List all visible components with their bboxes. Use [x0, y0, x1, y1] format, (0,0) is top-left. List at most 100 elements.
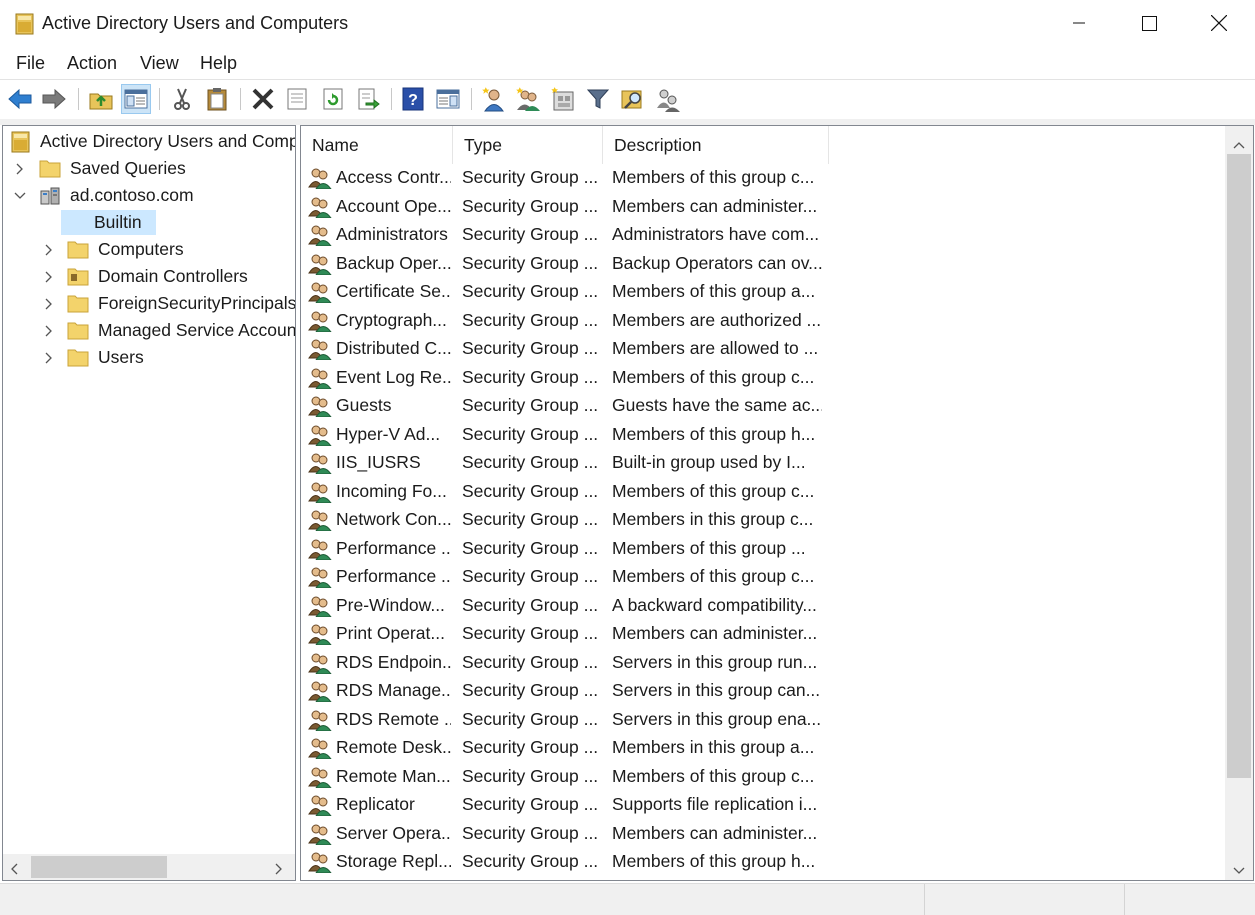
back-icon: [8, 88, 32, 110]
folder-icon: [67, 349, 89, 367]
table-row[interactable]: Distributed C... Security Group ... Member…: [301, 335, 1226, 364]
tree-item-foreign-security-principals[interactable]: ForeignSecurityPrincipals: [3, 291, 295, 316]
export-list-button[interactable]: [353, 84, 383, 114]
console-tree: Active Directory Users and Computers Sav…: [2, 125, 296, 881]
tree-root[interactable]: Active Directory Users and Computers: [3, 129, 295, 154]
table-row[interactable]: Network Con... Security Group ... Members …: [301, 506, 1226, 535]
table-row[interactable]: Guests Security Group ... Guests have the …: [301, 392, 1226, 421]
new-group-button[interactable]: [513, 84, 543, 114]
table-row[interactable]: Incoming Fo... Security Group ... Members …: [301, 478, 1226, 507]
add-to-group-button[interactable]: [653, 84, 683, 114]
list-vertical-scrollbar[interactable]: [1225, 126, 1253, 880]
tree-item-managed-service-accounts[interactable]: Managed Service Accounts: [3, 318, 295, 343]
new-user-button[interactable]: [478, 84, 508, 114]
table-row[interactable]: Access Contr... Security Group ... Members…: [301, 164, 1226, 193]
show-console-tree-icon: [124, 89, 148, 109]
table-row[interactable]: Server Opera... Security Group ... Members…: [301, 820, 1226, 849]
security-group-icon: [308, 481, 332, 503]
ou-folder-icon: [67, 268, 89, 286]
table-row[interactable]: Event Log Re... Security Group ... Members…: [301, 364, 1226, 393]
table-row[interactable]: Backup Oper... Security Group ... Backup O…: [301, 250, 1226, 279]
tree-item-builtin[interactable]: Builtin: [3, 210, 295, 235]
scrollbar-thumb[interactable]: [1227, 154, 1251, 778]
cell-name: Server Opera...: [336, 822, 451, 843]
table-row[interactable]: IIS_IUSRS Security Group ... Built-in grou…: [301, 449, 1226, 478]
chevron-right-icon[interactable]: [43, 271, 55, 283]
cell-name: Guests: [336, 395, 392, 415]
tree-horizontal-scrollbar[interactable]: [3, 854, 295, 880]
cell-type: Security Group ...: [462, 794, 599, 814]
chevron-down-icon[interactable]: [14, 190, 26, 202]
table-row[interactable]: Administrators Security Group ... Administ…: [301, 221, 1226, 250]
find-button[interactable]: [618, 84, 648, 114]
table-row[interactable]: Storage Repl... Security Group ... Members…: [301, 848, 1226, 877]
menu-view[interactable]: View: [140, 53, 179, 74]
security-group-icon: [308, 766, 332, 788]
column-header-type[interactable]: Type: [453, 126, 603, 164]
chevron-right-icon[interactable]: [43, 298, 55, 310]
table-row[interactable]: Remote Desk... Security Group ... Members …: [301, 734, 1226, 763]
scrollbar-thumb[interactable]: [31, 856, 167, 878]
chevron-right-icon[interactable]: [43, 352, 55, 364]
cell-description: Members of this group h...: [612, 851, 816, 871]
chevron-right-icon[interactable]: [14, 163, 26, 175]
cell-name: RDS Endpoin...: [336, 651, 451, 672]
maximize-button[interactable]: [1114, 0, 1184, 46]
chevron-right-icon[interactable]: [43, 244, 55, 256]
table-row[interactable]: Replicator Security Group ... Supports fil…: [301, 791, 1226, 820]
tree-item-domain[interactable]: ad.contoso.com: [3, 183, 295, 208]
table-row[interactable]: RDS Manage... Security Group ... Servers i…: [301, 677, 1226, 706]
cut-button[interactable]: [167, 84, 197, 114]
table-row[interactable]: Performance ... Security Group ... Members…: [301, 563, 1226, 592]
refresh-button[interactable]: [318, 84, 348, 114]
new-group-icon: [516, 87, 540, 111]
tree-item-saved-queries[interactable]: Saved Queries: [3, 156, 295, 181]
security-group-icon: [308, 680, 332, 703]
show-console-tree-button[interactable]: [121, 84, 151, 114]
forward-button[interactable]: [39, 84, 69, 114]
minimize-button[interactable]: [1044, 0, 1114, 46]
toolbar: ?: [0, 79, 1255, 119]
scroll-left-icon[interactable]: [11, 860, 19, 880]
menu-action[interactable]: Action: [67, 53, 117, 74]
action-pane-button[interactable]: [433, 84, 463, 114]
table-row[interactable]: Account Ope... Security Group ... Members …: [301, 193, 1226, 222]
tree-item-domain-controllers[interactable]: Domain Controllers: [3, 264, 295, 289]
cell-name: Storage Repl...: [336, 851, 451, 871]
tree-item-computers[interactable]: Computers: [3, 237, 295, 262]
help-button[interactable]: ?: [398, 84, 428, 114]
table-row[interactable]: Performance ... Security Group ... Members…: [301, 535, 1226, 564]
filter-button[interactable]: [583, 84, 613, 114]
properties-button[interactable]: [282, 84, 312, 114]
chevron-right-icon[interactable]: [43, 325, 55, 337]
up-one-level-button[interactable]: [86, 84, 116, 114]
table-row[interactable]: Certificate Se... Security Group ... Membe…: [301, 278, 1226, 307]
table-row[interactable]: Cryptograph... Security Group ... Members …: [301, 307, 1226, 336]
menu-help[interactable]: Help: [200, 53, 237, 74]
paste-button[interactable]: [202, 84, 232, 114]
scroll-up-icon[interactable]: [1233, 134, 1245, 154]
table-row[interactable]: RDS Remote ... Security Group ... Servers …: [301, 706, 1226, 735]
table-row[interactable]: Remote Man... Security Group ... Members o…: [301, 763, 1226, 792]
new-ou-button[interactable]: [548, 84, 578, 114]
cell-description: Members of this group a...: [612, 281, 816, 301]
scroll-right-icon[interactable]: [275, 860, 283, 880]
cell-type: Security Group ...: [462, 566, 599, 586]
table-row[interactable]: Hyper-V Ad... Security Group ... Members o…: [301, 421, 1226, 450]
cell-description: Backup Operators can ov...: [612, 252, 822, 273]
table-row[interactable]: RDS Endpoin... Security Group ... Servers …: [301, 649, 1226, 678]
delete-button[interactable]: [248, 84, 278, 114]
cell-name: Replicator: [336, 794, 415, 814]
close-button[interactable]: [1184, 0, 1254, 46]
menu-file[interactable]: File: [16, 53, 45, 74]
cell-type: Security Group ...: [462, 537, 599, 558]
scroll-down-icon[interactable]: [1233, 860, 1245, 880]
table-row[interactable]: Print Operat... Security Group ... Members…: [301, 620, 1226, 649]
folder-icon: [67, 295, 89, 313]
column-header-description[interactable]: Description: [603, 126, 829, 164]
back-button[interactable]: [5, 84, 35, 114]
table-row[interactable]: Pre-Window... Security Group ... A backwar…: [301, 592, 1226, 621]
cell-type: Security Group ...: [462, 452, 599, 472]
tree-item-users[interactable]: Users: [3, 345, 295, 370]
column-header-name[interactable]: Name: [301, 126, 453, 164]
